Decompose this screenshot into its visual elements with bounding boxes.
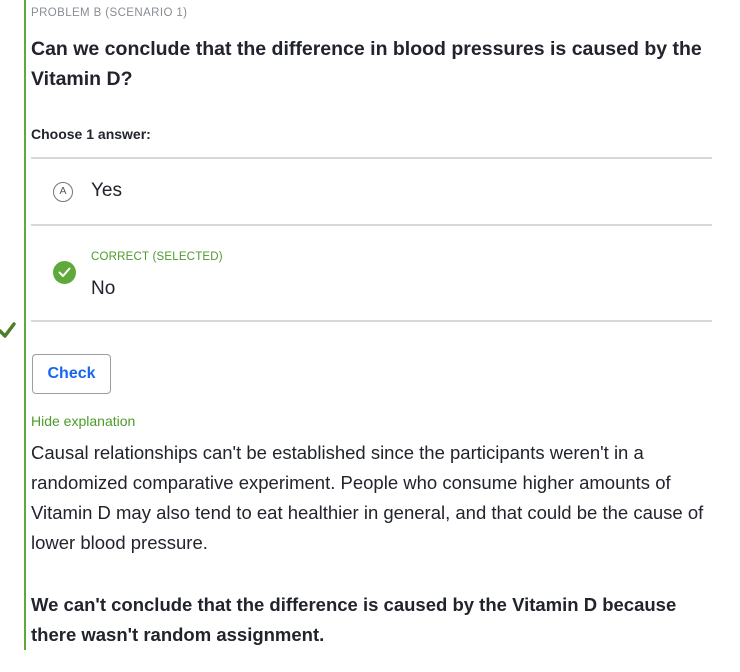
problem-label: PROBLEM B (SCENARIO 1): [31, 7, 188, 19]
choice-b-text: No: [91, 278, 116, 299]
choice-a-letter-icon: A: [53, 182, 73, 202]
explanation-conclusion: We can't conclude that the difference is…: [31, 594, 677, 645]
correct-selected-label: CORRECT (SELECTED): [91, 251, 223, 263]
choice-divider: [31, 320, 712, 322]
choice-a-text: Yes: [91, 180, 122, 201]
answer-correct-check-icon: [0, 322, 16, 338]
hide-explanation-link[interactable]: Hide explanation: [31, 413, 135, 429]
explanation-text: Causal relationships can't be establishe…: [31, 442, 704, 553]
choice-b[interactable]: CORRECT (SELECTED) No: [31, 226, 712, 320]
choice-a[interactable]: A Yes: [31, 159, 712, 224]
choose-instruction: Choose 1 answer:: [31, 126, 151, 142]
correct-check-icon: [53, 261, 76, 284]
question-text: Can we conclude that the difference in b…: [31, 38, 702, 90]
check-button[interactable]: Check: [32, 354, 111, 394]
question-left-border: [24, 0, 26, 650]
